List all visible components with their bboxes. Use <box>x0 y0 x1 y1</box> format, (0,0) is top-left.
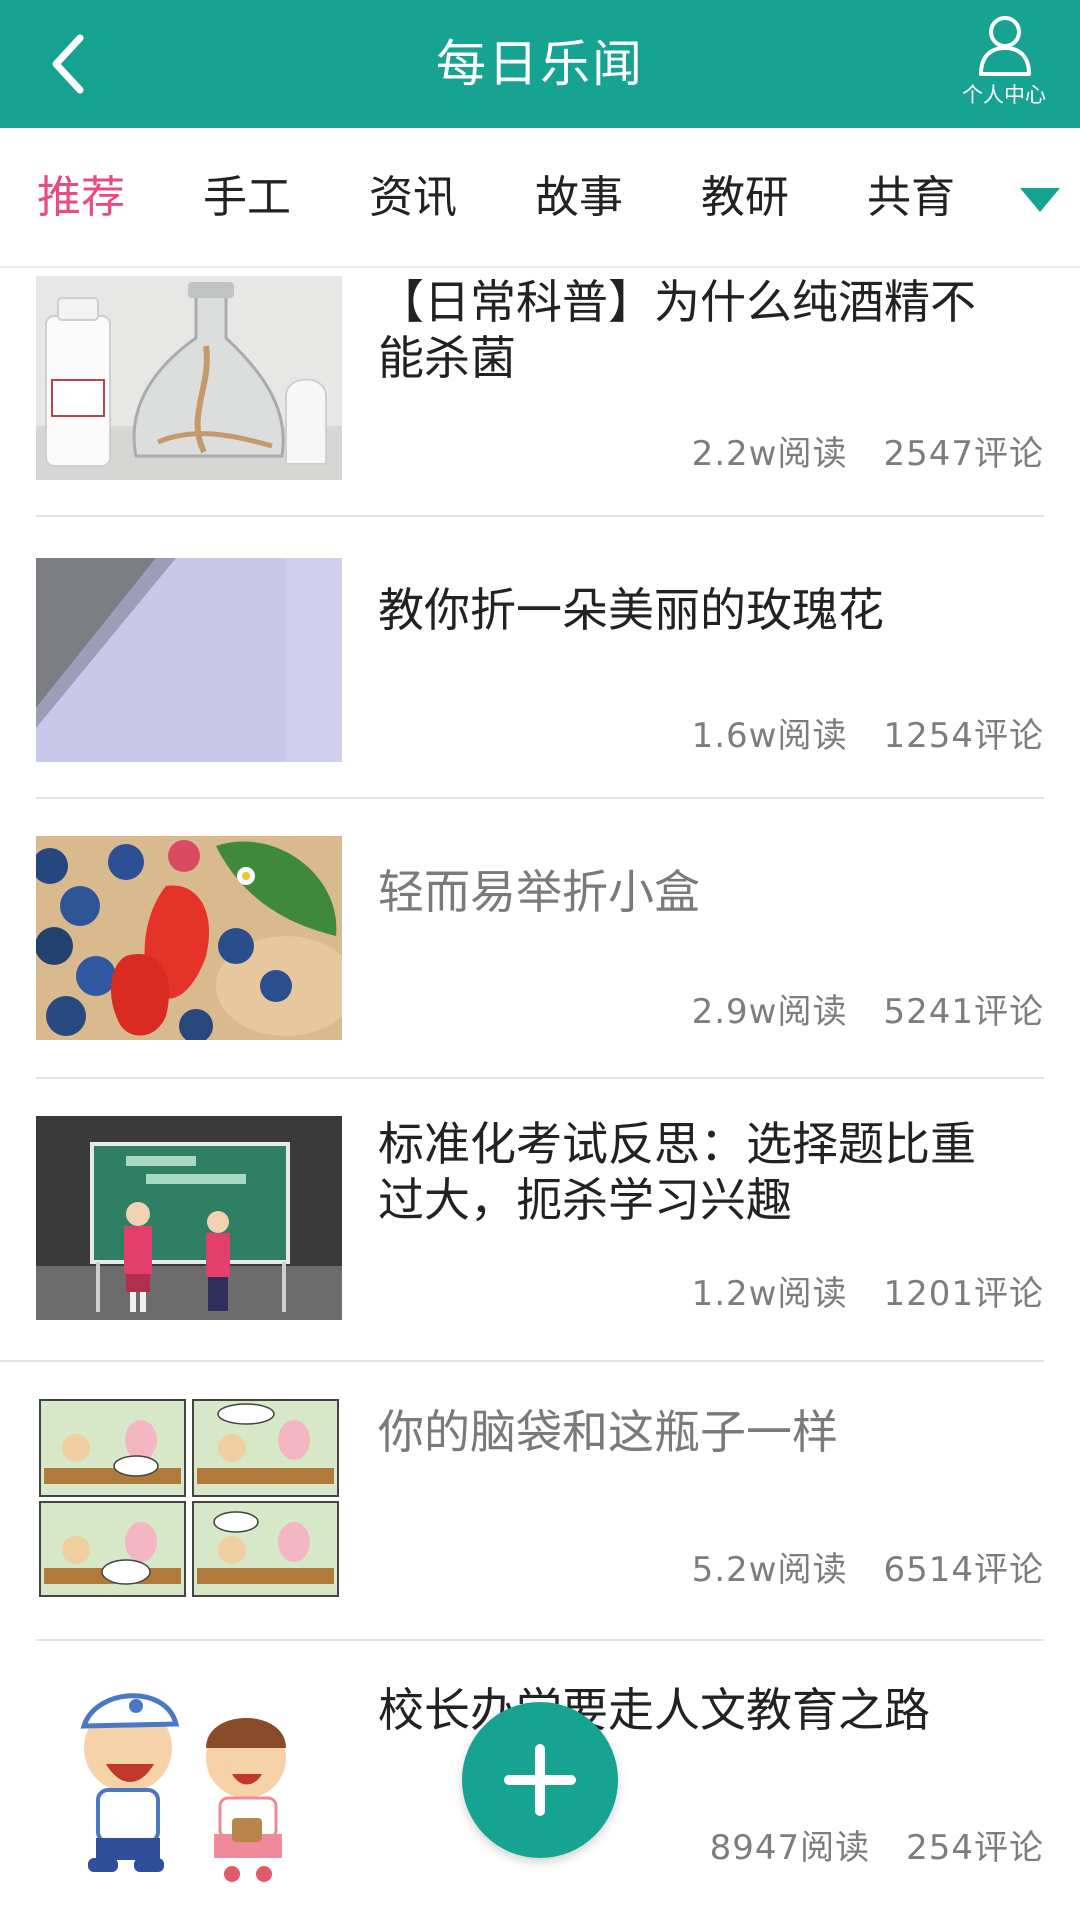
article-title: 你的脑袋和这瓶子一样 <box>378 1405 838 1459</box>
category-tab-bar: 推荐 手工 资讯 故事 教研 共育 <box>0 128 1080 268</box>
article-item[interactable]: 【日常科普】为什么纯酒精不能杀菌 2.2w阅读 2547评论 <box>0 268 1080 550</box>
app-screen: 每日乐闻 个人中心 推荐 手工 资讯 故事 教研 共育 【日常科普】为什么纯酒精… <box>0 0 1080 1920</box>
article-thumbnail <box>36 836 342 1040</box>
read-count: 2.9w阅读 <box>691 992 848 1032</box>
article-title: 【日常科普】为什么纯酒精不能杀菌 <box>378 275 976 385</box>
read-count: 2.2w阅读 <box>691 434 848 474</box>
profile-center-label: 个人中心 <box>962 83 1046 107</box>
article-stats: 8947阅读 254评论 <box>710 1826 1044 1870</box>
article-title: 轻而易举折小盒 <box>378 865 700 919</box>
article-item[interactable]: 你的脑袋和这瓶子一样 5.2w阅读 6514评论 <box>0 1396 1080 1678</box>
article-thumbnail <box>36 1396 342 1600</box>
divider <box>36 1077 1044 1079</box>
article-title: 教你折一朵美丽的玫瑰花 <box>378 583 884 637</box>
article-stats: 5.2w阅读 6514评论 <box>692 1548 1044 1592</box>
comment-count: 2547评论 <box>883 434 1044 474</box>
article-stats: 2.9w阅读 5241评论 <box>692 990 1044 1034</box>
article-thumbnail <box>36 1116 342 1320</box>
article-item[interactable]: 轻而易举折小盒 2.9w阅读 5241评论 <box>0 832 1080 1114</box>
comment-count: 254评论 <box>906 1828 1044 1868</box>
add-post-button[interactable] <box>462 1702 618 1858</box>
comment-count: 5241评论 <box>883 992 1044 1032</box>
article-item[interactable]: 标准化考试反思：选择题比重过大，扼杀学习兴趣 1.2w阅读 1201评论 <box>0 1114 1080 1396</box>
article-thumbnail <box>36 276 342 480</box>
divider <box>36 797 1044 799</box>
article-title: 校长办学要走人文教育之路 <box>378 1683 930 1737</box>
triangle-down-icon <box>1020 188 1060 212</box>
article-stats: 2.2w阅读 2547评论 <box>692 432 1044 476</box>
tab-teaching-research[interactable]: 教研 <box>680 168 810 228</box>
article-title: 标准化考试反思：选择题比重过大，扼杀学习兴趣 <box>378 1117 976 1227</box>
tab-handcraft[interactable]: 手工 <box>182 168 312 228</box>
read-count: 5.2w阅读 <box>691 1550 848 1590</box>
app-header: 每日乐闻 个人中心 <box>0 0 1080 128</box>
read-count: 1.6w阅读 <box>691 716 848 756</box>
article-stats: 1.6w阅读 1254评论 <box>692 714 1044 758</box>
read-count: 8947阅读 <box>709 1828 871 1868</box>
tab-stories[interactable]: 故事 <box>514 168 644 228</box>
comment-count: 1201评论 <box>883 1274 1044 1314</box>
profile-center-button[interactable]: 个人中心 <box>944 14 1064 114</box>
divider <box>36 1639 1044 1641</box>
page-title: 每日乐闻 <box>436 35 644 93</box>
comment-count: 6514评论 <box>883 1550 1044 1590</box>
divider <box>36 515 1044 517</box>
divider <box>0 1360 1044 1362</box>
read-count: 1.2w阅读 <box>691 1274 848 1314</box>
article-thumbnail <box>36 558 342 762</box>
tab-recommended[interactable]: 推荐 <box>16 168 146 228</box>
more-tabs-button[interactable] <box>1010 176 1070 226</box>
tab-news[interactable]: 资讯 <box>348 168 478 228</box>
article-thumbnail <box>36 1678 342 1882</box>
plus-icon <box>504 1744 576 1816</box>
tab-co-education[interactable]: 共育 <box>846 168 976 228</box>
comment-count: 1254评论 <box>883 716 1044 756</box>
article-feed[interactable]: 【日常科普】为什么纯酒精不能杀菌 2.2w阅读 2547评论 教你折一朵美丽的玫瑰… <box>0 268 1080 1920</box>
user-icon <box>979 16 1031 76</box>
article-item[interactable]: 教你折一朵美丽的玫瑰花 1.6w阅读 1254评论 <box>0 550 1080 832</box>
article-stats: 1.2w阅读 1201评论 <box>692 1272 1044 1316</box>
